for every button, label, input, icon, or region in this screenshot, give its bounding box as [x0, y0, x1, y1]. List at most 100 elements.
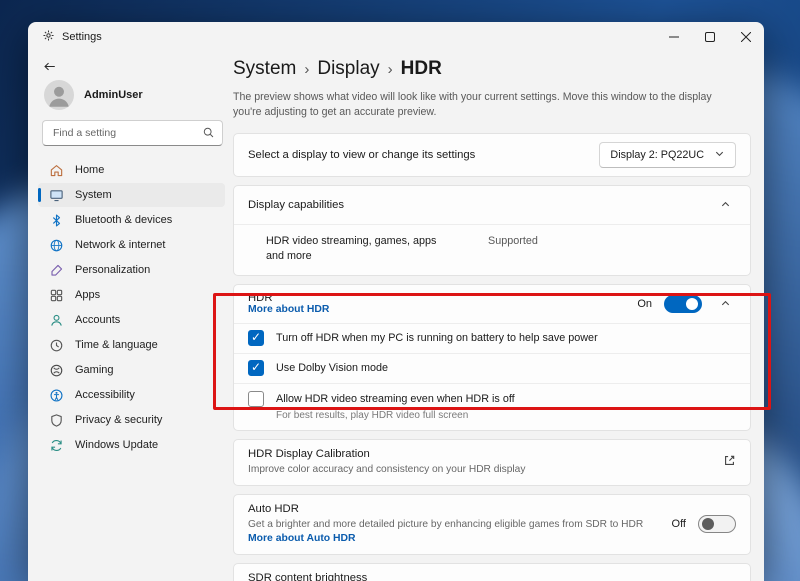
display-capabilities-header[interactable]: Display capabilities: [234, 186, 750, 224]
brush-icon: [49, 263, 64, 278]
auto-hdr-toggle-state: Off: [672, 518, 686, 530]
clock-icon: [49, 338, 64, 353]
sidebar-item-time-language[interactable]: Time & language: [38, 333, 225, 357]
hdr-battery-checkbox-row[interactable]: Turn off HDR when my PC is running on ba…: [234, 323, 750, 353]
minimize-button[interactable]: [656, 22, 692, 52]
display-select-dropdown[interactable]: Display 2: PQ22UC: [599, 142, 736, 168]
sidebar-item-apps[interactable]: Apps: [38, 283, 225, 307]
sidebar-item-label: Accounts: [75, 314, 120, 326]
sidebar-item-label: Privacy & security: [75, 414, 162, 426]
settings-scroll-region[interactable]: The preview shows what video will look l…: [233, 88, 751, 581]
titlebar[interactable]: Settings: [28, 22, 764, 52]
hdr-toggle[interactable]: [664, 295, 702, 313]
sdr-brightness-card: SDR content brightness Move this window …: [233, 563, 751, 581]
sidebar-nav: Home System Bluetooth & devices: [38, 158, 225, 457]
chevron-up-icon[interactable]: [714, 293, 736, 315]
capability-value: Supported: [488, 234, 538, 247]
more-about-auto-hdr-link[interactable]: More about Auto HDR: [248, 533, 356, 544]
sidebar-item-bluetooth-devices[interactable]: Bluetooth & devices: [38, 208, 225, 232]
display-capabilities-label: Display capabilities: [248, 199, 344, 211]
sidebar-item-personalization[interactable]: Personalization: [38, 258, 225, 282]
hdr-calibration-row[interactable]: HDR Display Calibration Improve color ac…: [234, 440, 750, 485]
sidebar-item-gaming[interactable]: Gaming: [38, 358, 225, 382]
dolby-vision-checkbox[interactable]: [248, 360, 264, 376]
display-capabilities-card: Display capabilities HDR video streaming…: [233, 185, 751, 276]
sdr-brightness-text: SDR content brightness Move this window …: [248, 572, 736, 581]
sidebar-item-windows-update[interactable]: Windows Update: [38, 433, 225, 457]
sidebar-item-label: Network & internet: [75, 239, 165, 251]
checkbox-subtext: For best results, play HDR video full sc…: [276, 410, 515, 421]
maximize-button[interactable]: [692, 22, 728, 52]
chevron-up-icon[interactable]: [714, 194, 736, 216]
breadcrumb-display[interactable]: Display: [317, 58, 379, 80]
toggle-knob: [686, 298, 698, 310]
home-icon: [49, 163, 64, 178]
hdr-toggle-state: On: [637, 298, 652, 310]
sdr-brightness-label: SDR content brightness: [248, 572, 722, 581]
sidebar-item-accessibility[interactable]: Accessibility: [38, 383, 225, 407]
update-arrows-icon: [49, 438, 64, 453]
hdr-video-streaming-checkbox-row[interactable]: Allow HDR video streaming even when HDR …: [234, 383, 750, 430]
sidebar-item-label: Bluetooth & devices: [75, 214, 172, 226]
sidebar-item-label: Gaming: [75, 364, 114, 376]
breadcrumb-hdr: HDR: [401, 58, 442, 80]
auto-hdr-description-text: Get a brighter and more detailed picture…: [248, 519, 643, 530]
bluetooth-icon: [49, 213, 64, 228]
sidebar-item-label: System: [75, 189, 112, 201]
external-link-icon: [723, 454, 736, 470]
shield-icon: [49, 413, 64, 428]
user-name: AdminUser: [84, 89, 143, 101]
window-controls: [656, 22, 764, 52]
search-box: [42, 120, 223, 146]
checkbox-label: Turn off HDR when my PC is running on ba…: [276, 331, 598, 345]
sidebar-item-network-internet[interactable]: Network & internet: [38, 233, 225, 257]
close-button[interactable]: [728, 22, 764, 52]
sdr-brightness-row: SDR content brightness Move this window …: [234, 564, 750, 581]
sidebar-item-accounts[interactable]: Accounts: [38, 308, 225, 332]
desktop-wallpaper: Settings: [0, 0, 800, 581]
search-input[interactable]: [42, 120, 223, 146]
sidebar-item-system[interactable]: System: [38, 183, 225, 207]
breadcrumb-separator: ›: [388, 60, 393, 78]
auto-hdr-card: Auto HDR Get a brighter and more detaile…: [233, 494, 751, 555]
sidebar-item-label: Personalization: [75, 264, 150, 276]
checkbox-label-block: Allow HDR video streaming even when HDR …: [276, 391, 515, 421]
system-icon: [49, 188, 64, 203]
hdr-calibration-text: HDR Display Calibration Improve color ac…: [248, 448, 539, 477]
select-display-card: Select a display to view or change its s…: [233, 133, 751, 177]
sidebar-item-label: Windows Update: [75, 439, 158, 451]
hdr-header-row[interactable]: HDR More about HDR On: [234, 285, 750, 323]
auto-hdr-label: Auto HDR: [248, 503, 658, 515]
apps-grid-icon: [49, 288, 64, 303]
select-display-label: Select a display to view or change its s…: [248, 149, 475, 161]
auto-hdr-controls: Off: [672, 515, 736, 533]
hdr-calibration-card[interactable]: HDR Display Calibration Improve color ac…: [233, 439, 751, 486]
back-button[interactable]: [42, 56, 68, 76]
chevron-down-icon: [714, 148, 725, 162]
user-profile[interactable]: AdminUser: [44, 80, 225, 110]
main-content: System › Display › HDR The preview shows…: [233, 52, 764, 581]
breadcrumb-system[interactable]: System: [233, 58, 296, 80]
avatar: [44, 80, 74, 110]
hdr-controls: On: [637, 293, 736, 315]
select-display-row: Select a display to view or change its s…: [234, 134, 750, 176]
turn-off-hdr-on-battery-checkbox[interactable]: [248, 330, 264, 346]
auto-hdr-row: Auto HDR Get a brighter and more detaile…: [234, 495, 750, 554]
dolby-vision-checkbox-row[interactable]: Use Dolby Vision mode: [234, 353, 750, 383]
titlebar-app: Settings: [42, 29, 102, 45]
gamepad-icon: [49, 363, 64, 378]
settings-window: Settings: [28, 22, 764, 581]
auto-hdr-description: Get a brighter and more detailed picture…: [248, 518, 658, 546]
settings-gear-icon: [42, 29, 55, 45]
auto-hdr-toggle[interactable]: [698, 515, 736, 533]
auto-hdr-text: Auto HDR Get a brighter and more detaile…: [248, 503, 672, 546]
hdr-video-streaming-checkbox[interactable]: [248, 391, 264, 407]
accessibility-icon: [49, 388, 64, 403]
globe-icon: [49, 238, 64, 253]
sidebar-item-privacy-security[interactable]: Privacy & security: [38, 408, 225, 432]
more-about-hdr-link[interactable]: More about HDR: [248, 304, 329, 315]
sidebar-item-home[interactable]: Home: [38, 158, 225, 182]
search-icon: [202, 126, 215, 142]
toggle-knob: [702, 518, 714, 530]
hdr-title-block: HDR More about HDR: [248, 292, 343, 315]
